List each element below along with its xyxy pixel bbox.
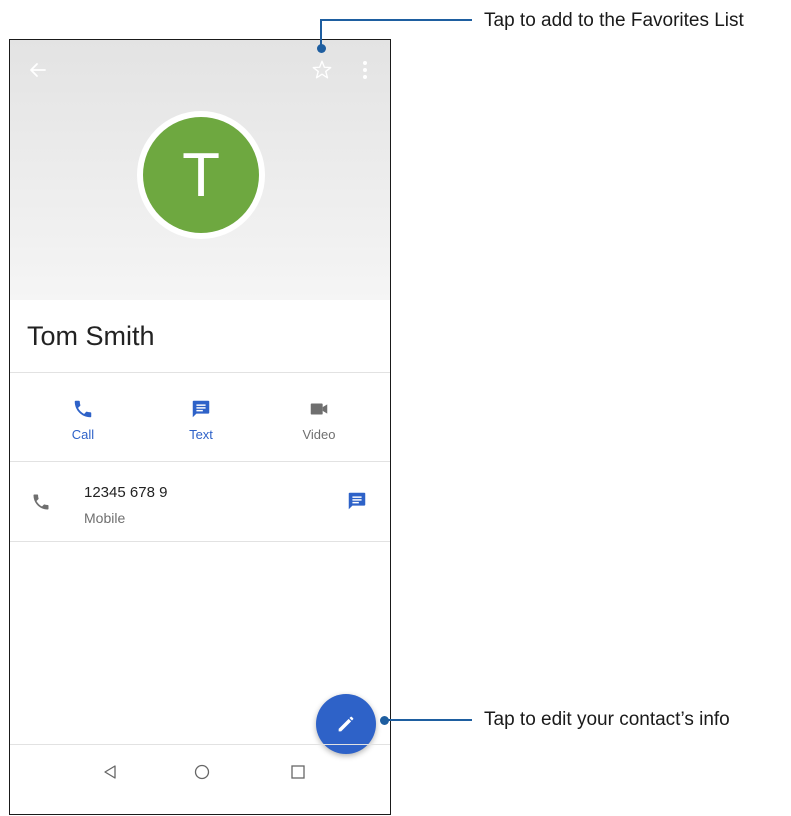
text-action-button[interactable]: Text <box>161 397 241 442</box>
back-button[interactable] <box>24 56 52 84</box>
message-icon <box>192 400 210 418</box>
phone-screen: T Tom Smith Call Text Video 12345 678 9 … <box>9 39 391 815</box>
star-outline-icon <box>312 60 332 79</box>
video-action-button[interactable]: Video <box>279 397 359 442</box>
call-action-button[interactable]: Call <box>43 397 123 442</box>
call-label: Call <box>71 427 95 442</box>
favorites-callout-text: Tap to add to the Favorites List <box>484 10 744 31</box>
contact-name: Tom Smith <box>27 321 155 351</box>
arrow-left-icon <box>30 63 46 77</box>
divider <box>10 372 390 373</box>
favorite-button[interactable] <box>308 56 336 84</box>
recents-square-icon <box>291 765 305 779</box>
more-vert-icon <box>363 61 367 79</box>
edit-callout-text: Tap to edit your contact’s info <box>484 709 730 730</box>
callout-line <box>384 719 472 721</box>
text-label: Text <box>189 427 213 442</box>
callout-line <box>320 20 322 48</box>
home-circle-icon <box>194 764 210 780</box>
edit-contact-button[interactable] <box>316 694 376 754</box>
phone-number[interactable]: 12345 678 9 <box>84 484 167 501</box>
nav-recents-button[interactable] <box>286 760 310 784</box>
send-message-button[interactable] <box>346 490 368 517</box>
message-icon <box>348 492 366 510</box>
videocam-icon <box>310 403 328 415</box>
nav-back-button[interactable] <box>98 760 122 784</box>
more-options-button[interactable] <box>355 56 375 84</box>
phone-icon <box>74 400 92 418</box>
pencil-icon <box>338 716 354 732</box>
navbar-divider <box>10 744 390 745</box>
phone-type-label: Mobile <box>84 510 126 526</box>
avatar: T <box>143 117 259 233</box>
divider <box>10 461 390 462</box>
callout-line <box>320 19 472 21</box>
divider <box>10 541 390 542</box>
back-triangle-icon <box>104 765 116 779</box>
video-label: Video <box>302 427 336 442</box>
phone-icon <box>31 492 51 517</box>
nav-home-button[interactable] <box>190 760 214 784</box>
